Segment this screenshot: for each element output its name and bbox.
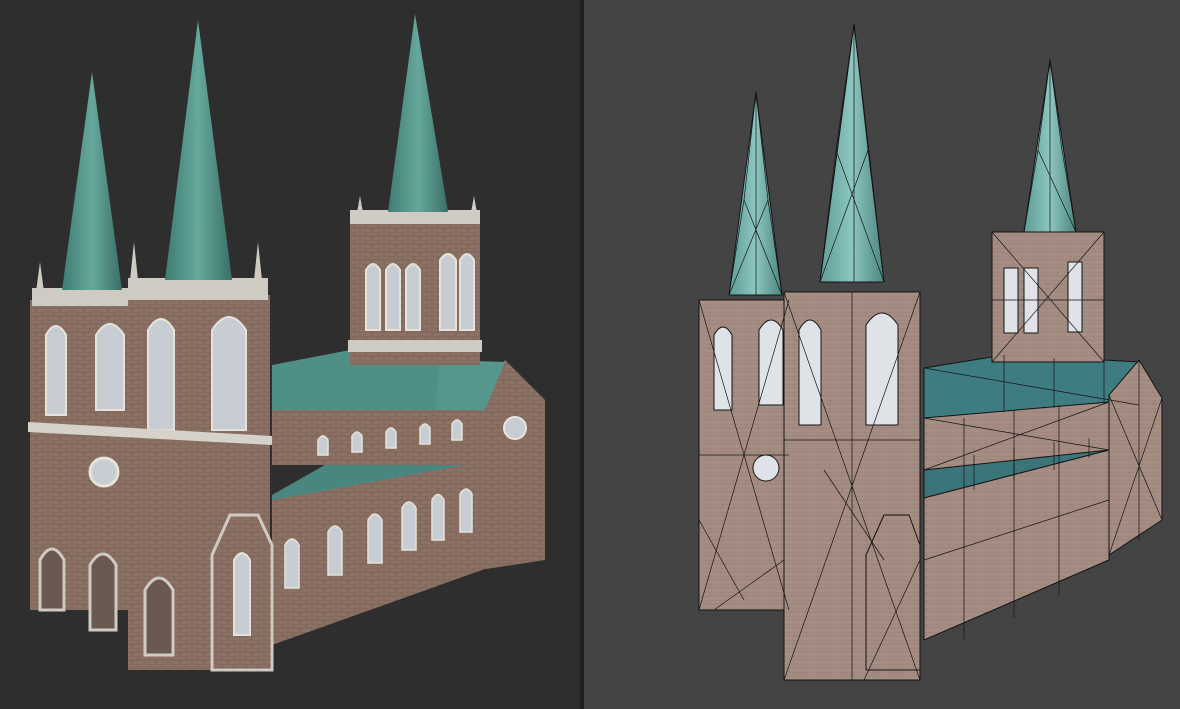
nave-clerestory [272,410,482,465]
crossing-spire [388,14,448,212]
transept-rose-window [503,416,527,440]
left-spire [62,72,122,290]
wireframe-viewport[interactable] [584,0,1180,709]
church-model-textured [28,14,545,672]
main-spire [165,20,232,280]
church-model-wireframe [698,23,1163,681]
rose-window [88,456,120,488]
wire-side-porch [865,514,921,671]
portal-center [88,552,118,632]
wire-rose-window [752,454,780,482]
wire-main-spire [819,23,885,283]
wire-left-spire [728,91,783,296]
portal-right [143,576,175,657]
portal-left [38,547,66,612]
textured-viewport[interactable] [0,0,580,709]
